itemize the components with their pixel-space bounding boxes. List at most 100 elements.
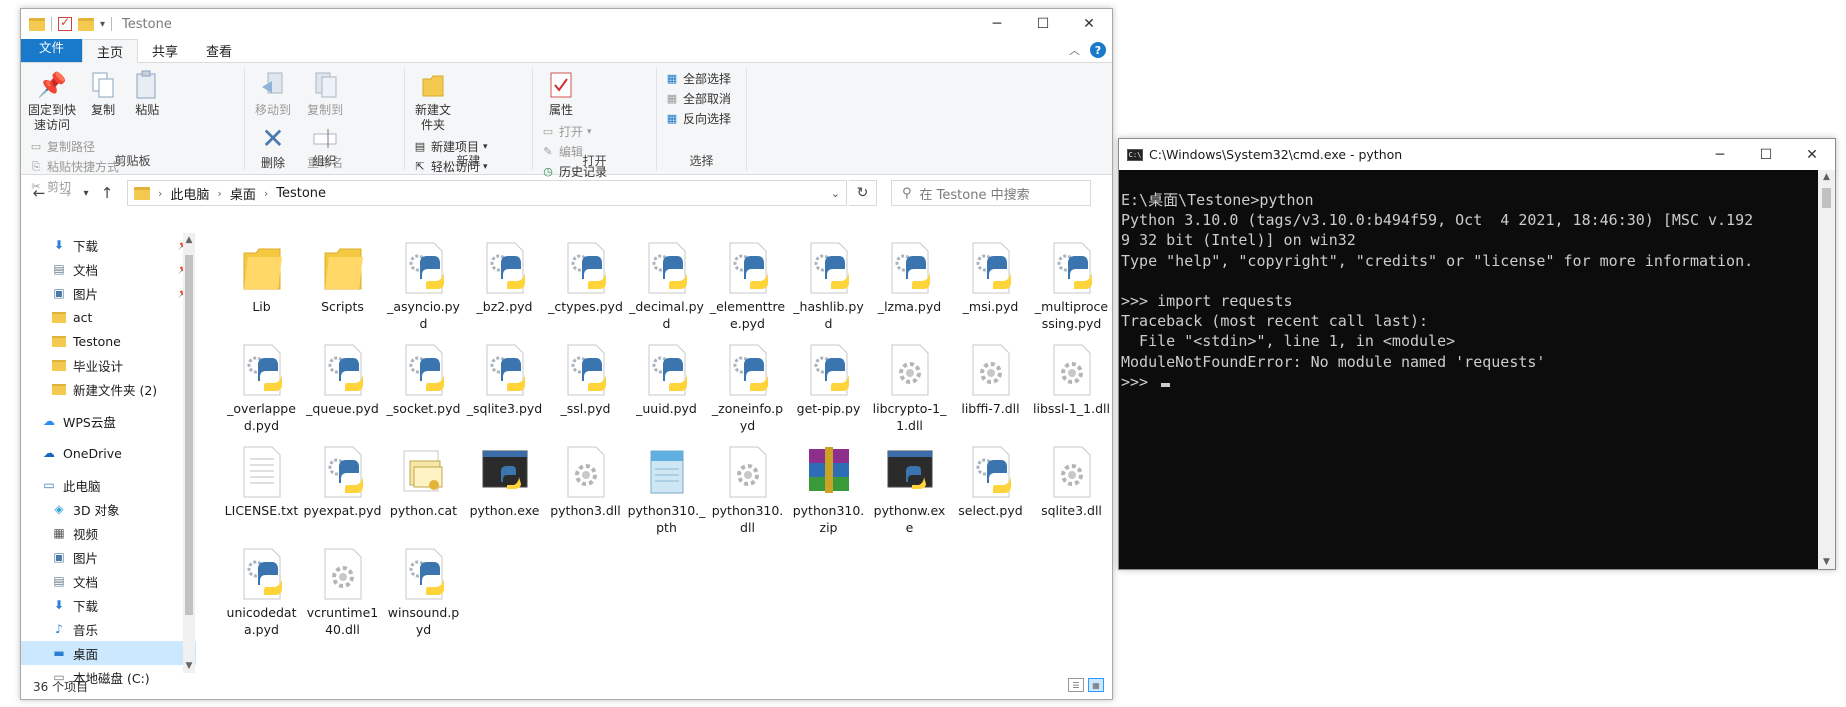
sidebar-item[interactable]: ▭ 此电脑 [21,473,196,497]
sidebar-item[interactable]: ▤ 文档 [21,569,196,593]
new-folder-button[interactable]: 新建文件夹 [411,69,455,133]
file-item[interactable]: Scripts [302,241,383,343]
close-button[interactable]: ✕ [1789,139,1835,170]
file-item[interactable]: python310._pth [626,445,707,547]
file-item[interactable]: pythonw.exe [869,445,950,547]
file-item[interactable]: _msi.pyd [950,241,1031,343]
scroll-up-icon[interactable]: ▲ [1818,172,1835,182]
picture-icon: ▣ [53,286,65,300]
scroll-down-icon[interactable]: ▼ [1818,557,1835,567]
sidebar-item[interactable]: ▤文档📌 [21,257,196,281]
file-item[interactable]: _overlapped.pyd [221,343,302,445]
close-button[interactable]: ✕ [1066,9,1112,39]
large-icons-view-button[interactable]: ▦ [1088,678,1104,692]
maximize-button[interactable]: ☐ [1743,139,1789,170]
scroll-up-icon[interactable]: ▲ [183,235,195,245]
file-item[interactable]: _queue.pyd [302,343,383,445]
sidebar-item[interactable]: 毕业设计 [21,353,196,377]
search-input[interactable]: ⚲ 在 Testone 中搜索 [891,180,1091,206]
select-all-button[interactable]: ▦ 全部选择 [665,71,731,87]
file-item[interactable]: _asyncio.pyd [383,241,464,343]
file-item[interactable]: _bz2.pyd [464,241,545,343]
select-none-button[interactable]: ▦ 全部取消 [665,91,731,107]
tab-file[interactable]: 文件 [21,39,83,62]
sidebar-item[interactable]: ⬇下载📌 [21,233,196,257]
file-item[interactable]: _uuid.pyd [626,343,707,445]
file-item[interactable]: libcrypto-1_1.dll [869,343,950,445]
sidebar-item[interactable]: ▬ 桌面 [21,641,196,665]
file-item[interactable]: unicodedata.pyd [221,547,302,649]
file-item[interactable]: _decimal.pyd [626,241,707,343]
chevron-down-icon[interactable]: ⌄ [831,187,840,200]
sidebar-item[interactable]: Testone [21,329,196,353]
sidebar-item[interactable]: ◈ 3D 对象 [21,497,196,521]
file-item[interactable]: _lzma.pyd [869,241,950,343]
file-item[interactable]: vcruntime140.dll [302,547,383,649]
scroll-down-icon[interactable]: ▼ [183,661,195,671]
file-item[interactable]: _hashlib.pyd [788,241,869,343]
open-button[interactable]: ▭ 打开 ▾ [541,124,607,140]
refresh-button[interactable]: ↻ [849,180,877,206]
properties-button[interactable]: 属性 [539,69,583,118]
console-scrollbar[interactable]: ▲ ▼ [1818,170,1835,569]
file-item[interactable]: _socket.pyd [383,343,464,445]
file-item[interactable]: LICENSE.txt [221,445,302,547]
copy-to-button[interactable]: 复制到 [303,69,347,118]
paste-button[interactable]: 粘贴 [129,69,165,118]
file-item[interactable]: _ctypes.pyd [545,241,626,343]
sidebar-item[interactable]: ⬇ 下载 [21,593,196,617]
console-output[interactable]: E:\桌面\Testone>python Python 3.10.0 (tags/… [1119,170,1818,569]
new-folder-icon[interactable] [78,17,94,31]
navigation-pane-scrollbar[interactable]: ▲ ▼ [183,233,195,673]
sidebar-item[interactable]: ▣ 图片 [21,545,196,569]
chevron-down-icon[interactable]: ▾ [100,19,105,30]
file-item[interactable]: select.pyd [950,445,1031,547]
sidebar-item[interactable]: ▣图片📌 [21,281,196,305]
properties-icon[interactable] [58,15,72,31]
sidebar-item[interactable]: 新建文件夹 (2) [21,377,196,401]
sidebar-item[interactable]: ☁ WPS云盘 [21,409,196,433]
cmd-icon: C:\ [1127,148,1143,161]
file-item[interactable]: _zoneinfo.pyd [707,343,788,445]
cut-button[interactable]: ✂ 剪切 [29,179,119,195]
address-bar[interactable]: › 此电脑 › 桌面 › Testone ⌄ [127,180,847,206]
sidebar-item[interactable]: ☁ OneDrive [21,441,196,465]
tab-share[interactable]: 共享 [138,39,192,62]
file-item[interactable]: python310.dll [707,445,788,547]
scrollbar-thumb[interactable] [185,255,193,615]
breadcrumb[interactable]: Testone [276,186,326,201]
file-item[interactable]: python.cat [383,445,464,547]
help-icon[interactable]: ? [1090,42,1106,58]
file-item[interactable]: winsound.pyd [383,547,464,649]
minimize-button[interactable]: ─ [1697,139,1743,170]
scrollbar-thumb[interactable] [1822,188,1831,208]
breadcrumb[interactable]: 此电脑 [170,184,209,203]
collapse-ribbon-icon[interactable]: ︿ [1069,42,1080,58]
pin-quick-access-button[interactable]: 📌 固定到快速访问 [27,69,77,133]
invert-selection-button[interactable]: ▦ 反向选择 [665,111,731,127]
file-item[interactable]: get-pip.py [788,343,869,445]
file-item[interactable]: pyexpat.pyd [302,445,383,547]
file-item[interactable]: _ssl.pyd [545,343,626,445]
file-item[interactable]: sqlite3.dll [1031,445,1112,547]
file-item[interactable]: libffi-7.dll [950,343,1031,445]
file-item[interactable]: python3.dll [545,445,626,547]
sidebar-item[interactable]: ♪ 音乐 [21,617,196,641]
sidebar-item[interactable]: ▦ 视频 [21,521,196,545]
tab-view[interactable]: 查看 [192,39,246,62]
file-item[interactable]: _elementtree.pyd [707,241,788,343]
minimize-button[interactable]: ─ [974,9,1020,39]
file-item[interactable]: python.exe [464,445,545,547]
copy-button[interactable]: 复制 [85,69,121,118]
move-to-button[interactable]: 移动到 [251,69,295,118]
details-view-button[interactable]: ☰ [1068,678,1084,692]
file-item[interactable]: Lib [221,241,302,343]
breadcrumb[interactable]: 桌面 [230,184,256,203]
file-item[interactable]: python310.zip [788,445,869,547]
file-item[interactable]: libssl-1_1.dll [1031,343,1112,445]
file-item[interactable]: _multiprocessing.pyd [1031,241,1112,343]
file-item[interactable]: _sqlite3.pyd [464,343,545,445]
maximize-button[interactable]: ☐ [1020,9,1066,39]
sidebar-item[interactable]: act [21,305,196,329]
tab-home[interactable]: 主页 [82,39,139,63]
